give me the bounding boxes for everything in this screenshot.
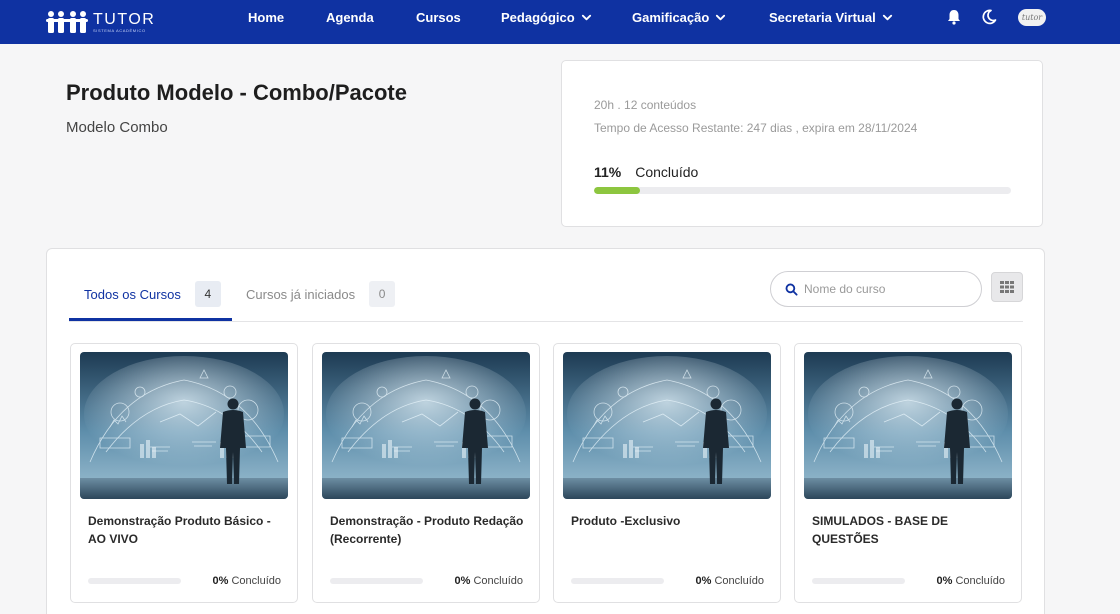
- course-progress-label: 0% Concluído: [936, 575, 1005, 587]
- overall-progress-text: Concluído: [635, 164, 699, 180]
- logo[interactable]: TUTOR SISTEMA ACADÊMICO: [46, 6, 155, 38]
- course-progress-percent: 0%: [454, 575, 471, 587]
- nav-gamificacao-label: Gamificação: [632, 9, 710, 25]
- logo-subtext: SISTEMA ACADÊMICO: [93, 27, 146, 33]
- nav-agenda-label: Agenda: [326, 9, 374, 25]
- course-progress-bar: [88, 578, 181, 584]
- page-title: Produto Modelo - Combo/Pacote: [66, 80, 407, 105]
- nav-agenda[interactable]: Agenda: [326, 0, 374, 34]
- page-subtitle: Modelo Combo: [66, 119, 168, 136]
- tab-cursos-ja-iniciados[interactable]: Cursos já iniciados 0: [246, 280, 396, 308]
- course-progress-percent: 0%: [212, 575, 229, 587]
- course-progress-label: 0% Concluído: [695, 575, 764, 587]
- course-info-card: 20h . 12 conteúdos Tempo de Acesso Resta…: [561, 60, 1043, 227]
- nav-secretaria-virtual-label: Secretaria Virtual: [769, 9, 876, 25]
- overall-progress-label: 11% Concluído: [594, 164, 698, 180]
- course-progress-bar: [571, 578, 664, 584]
- bell-icon[interactable]: [945, 8, 963, 26]
- moon-icon[interactable]: [980, 8, 998, 26]
- logo-text: TUTOR: [93, 10, 156, 28]
- tab-count-badge: 4: [194, 281, 221, 307]
- chevron-down-icon: [581, 14, 591, 20]
- search-icon: [785, 283, 798, 296]
- tab-count-badge: 0: [369, 281, 396, 307]
- course-progress-label: 0% Concluído: [454, 575, 523, 587]
- tab-label: Todos os Cursos: [84, 286, 181, 302]
- course-progress-text: Concluído: [955, 575, 1005, 587]
- courses-panel: Todos os Cursos 4 Cursos já iniciados 0 …: [46, 248, 1045, 614]
- top-navbar: TUTOR SISTEMA ACADÊMICO Home Agenda Curs…: [0, 0, 1120, 44]
- course-thumbnail: [80, 352, 288, 499]
- tab-todos-os-cursos[interactable]: Todos os Cursos 4: [84, 280, 221, 308]
- course-title: Demonstração Produto Básico - AO VIVO: [88, 514, 271, 546]
- course-progress-percent: 0%: [695, 575, 712, 587]
- nav-pedagogico-label: Pedagógico: [501, 9, 575, 25]
- course-progress-bar: [812, 578, 905, 584]
- overall-progress-fill: [594, 187, 640, 194]
- course-title: Produto -Exclusivo: [571, 514, 681, 528]
- nav-home[interactable]: Home: [248, 0, 284, 34]
- grid-icon: [1000, 281, 1014, 293]
- nav-cursos-label: Cursos: [416, 9, 461, 25]
- access-remaining: Tempo de Acesso Restante: 247 dias , exp…: [594, 121, 918, 135]
- course-title: SIMULADOS - BASE DE QUESTÕES: [812, 514, 949, 546]
- course-card[interactable]: Demonstração Produto Básico - AO VIVO 0%…: [70, 343, 298, 603]
- course-progress-text: Concluído: [473, 575, 523, 587]
- course-meta: 20h . 12 conteúdos: [594, 98, 697, 112]
- chevron-down-icon: [716, 14, 726, 20]
- grid-view-button[interactable]: [991, 272, 1023, 302]
- course-progress-percent: 0%: [936, 575, 953, 587]
- course-title: Demonstração - Produto Redação (Recorren…: [330, 514, 524, 546]
- tab-label: Cursos já iniciados: [246, 286, 356, 302]
- user-avatar[interactable]: tutor: [1018, 9, 1046, 26]
- overall-progress-bar: [594, 187, 1011, 194]
- course-thumbnail: [804, 352, 1012, 499]
- nav-secretaria-virtual[interactable]: Secretaria Virtual: [769, 0, 893, 34]
- course-card[interactable]: SIMULADOS - BASE DE QUESTÕES 0% Concluíd…: [794, 343, 1022, 603]
- course-progress-text: Concluído: [714, 575, 764, 587]
- overall-progress-percent: 11%: [594, 164, 622, 180]
- nav-pedagogico[interactable]: Pedagógico: [501, 0, 592, 34]
- course-progress-label: 0% Concluído: [212, 575, 281, 587]
- course-thumbnail: [563, 352, 771, 499]
- course-progress-bar: [330, 578, 423, 584]
- search-box[interactable]: [770, 271, 982, 307]
- nav-cursos[interactable]: Cursos: [416, 0, 461, 34]
- course-progress-text: Concluído: [231, 575, 281, 587]
- nav-gamificacao[interactable]: Gamificação: [632, 0, 726, 34]
- course-card[interactable]: Demonstração - Produto Redação (Recorren…: [312, 343, 540, 603]
- course-card[interactable]: Produto -Exclusivo 0% Concluído: [553, 343, 781, 603]
- tab-divider: [69, 321, 1023, 322]
- logo-people-icon: [46, 11, 88, 33]
- nav-home-label: Home: [248, 9, 285, 25]
- search-input[interactable]: [804, 282, 964, 296]
- course-thumbnail: [322, 352, 530, 499]
- chevron-down-icon: [882, 14, 892, 20]
